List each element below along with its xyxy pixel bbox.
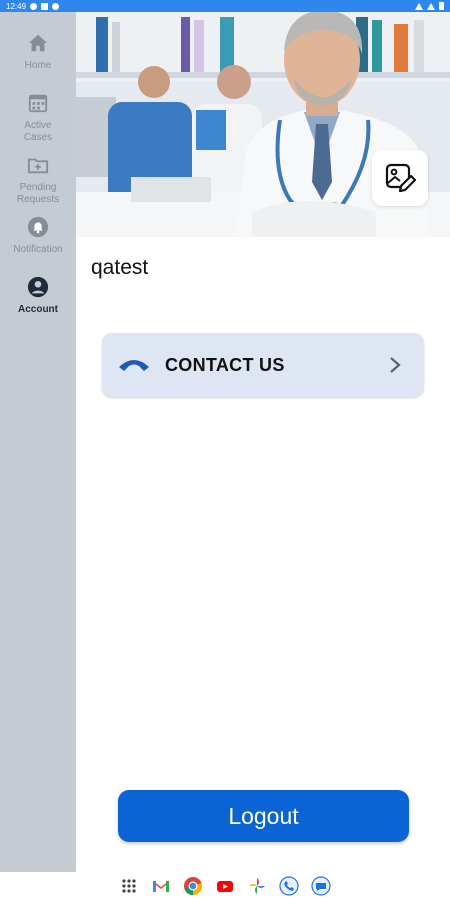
chrome-icon[interactable] [183, 876, 203, 896]
sidebar-nav: Home Active Cases Pending Requests Notif… [0, 12, 76, 872]
contact-us-label: CONTACT US [165, 354, 285, 375]
signal-icon [427, 2, 435, 10]
sidebar-item-label: Active Cases [23, 120, 53, 143]
sidebar-item-label: Account [18, 304, 58, 315]
sidebar-item-label: Pending Requests [16, 182, 60, 205]
app-drawer-icon[interactable] [119, 876, 139, 896]
bell-icon [27, 216, 49, 238]
profile-photo [76, 12, 450, 237]
calendar-icon [28, 94, 48, 113]
status-bar: 12:49 [0, 0, 450, 12]
phone-app-icon[interactable] [279, 876, 299, 896]
chevron-right-icon [390, 357, 401, 373]
account-icon [27, 276, 49, 298]
logout-button[interactable]: Logout [118, 790, 409, 842]
edit-image-icon [385, 163, 417, 193]
wifi-icon [415, 2, 423, 10]
youtube-icon[interactable] [215, 876, 235, 896]
photos-icon[interactable] [247, 876, 267, 896]
sidebar-item-label: Home [24, 60, 52, 71]
app-dock [0, 872, 450, 900]
sidebar-item-account[interactable]: Account [0, 276, 76, 316]
sidebar-item-label: Notification [13, 244, 63, 255]
sidebar-item-notification[interactable]: Notification [0, 216, 76, 256]
messages-icon[interactable] [311, 876, 331, 896]
sidebar-item-home[interactable]: Home [0, 32, 76, 72]
clipboard-status-icon [41, 2, 49, 10]
sync-status-icon [52, 2, 60, 10]
sidebar-item-active-cases[interactable]: Active Cases [0, 92, 76, 144]
sidebar-item-pending-requests[interactable]: Pending Requests [0, 154, 76, 206]
home-icon [28, 34, 48, 52]
username: qatest [91, 256, 149, 279]
settings-status-icon [30, 2, 38, 10]
phone-icon [119, 360, 149, 371]
edit-photo-button[interactable] [372, 150, 428, 206]
gmail-icon[interactable] [151, 876, 171, 896]
status-time: 12:49 [6, 1, 27, 11]
battery-icon [439, 2, 444, 10]
folder-icon [27, 158, 49, 174]
contact-us-button[interactable]: CONTACT US [102, 333, 424, 397]
account-screen: 12:49 Home Active Cases Pending Requests… [0, 0, 450, 900]
